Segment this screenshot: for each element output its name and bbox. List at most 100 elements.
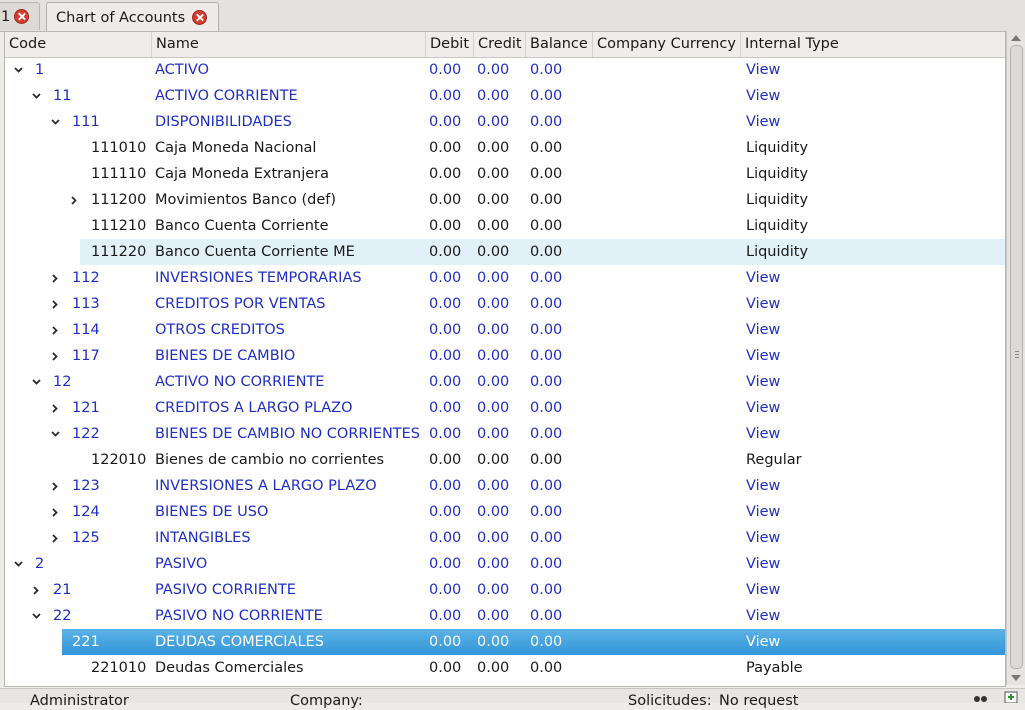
- cell-code: 121: [72, 400, 100, 416]
- chevron-down-icon[interactable]: [51, 118, 60, 126]
- table-row[interactable]: 221 DEUDAS COMERCIALES 0.00 0.00 0.00 View: [5, 629, 1005, 655]
- column-header-debit[interactable]: Debit: [425, 32, 473, 57]
- table-row[interactable]: 1 ACTIVO 0.00 0.00 0.00 View: [5, 57, 1005, 83]
- tab-chart-of-accounts-label: Chart of Accounts: [56, 9, 186, 26]
- table-row[interactable]: 122010 Bienes de cambio no corrientes 0.00…: [5, 447, 1005, 473]
- cell-balance: 0.00: [530, 452, 563, 468]
- cell-name: Caja Moneda Nacional: [155, 140, 317, 156]
- cell-name: Banco Cuenta Corriente: [155, 218, 329, 234]
- users-icon[interactable]: [972, 693, 990, 709]
- table-row[interactable]: 123 INVERSIONES A LARGO PLAZO 0.00 0.00 0.00…: [5, 473, 1005, 499]
- scroll-down-arrow-icon[interactable]: [1011, 675, 1021, 681]
- table-row[interactable]: 111 DISPONIBILIDADES 0.00 0.00 0.00 View: [5, 109, 1005, 135]
- table-row[interactable]: 111200 Movimientos Banco (def) 0.00 0.00 0.0…: [5, 187, 1005, 213]
- cell-debit: 0.00: [429, 140, 462, 156]
- cell-debit: 0.00: [429, 400, 462, 416]
- chevron-down-icon[interactable]: [14, 66, 23, 74]
- column-header-company-currency[interactable]: Company Currency: [592, 32, 740, 57]
- table-row[interactable]: 2 PASIVO 0.00 0.00 0.00 View: [5, 551, 1005, 577]
- scroll-up-arrow-icon[interactable]: [1011, 35, 1021, 41]
- cell-code: 111200: [91, 192, 147, 208]
- scrollbar-thumb[interactable]: [1010, 45, 1023, 669]
- cell-balance: 0.00: [530, 140, 563, 156]
- table-row[interactable]: 111010 Caja Moneda Nacional 0.00 0.00 0.00 Li…: [5, 135, 1005, 161]
- cell-credit: 0.00: [477, 426, 510, 442]
- chevron-right-icon[interactable]: [51, 404, 59, 413]
- tab-chart-of-accounts[interactable]: Chart of Accounts: [46, 2, 219, 32]
- cell-code: 111: [72, 114, 100, 130]
- table-row[interactable]: 11 ACTIVO CORRIENTE 0.00 0.00 0.00 View: [5, 83, 1005, 109]
- cell-credit: 0.00: [477, 348, 510, 364]
- new-request-icon[interactable]: [1004, 691, 1018, 707]
- chevron-right-icon[interactable]: [70, 196, 78, 205]
- cell-code: 112: [72, 270, 100, 286]
- chevron-down-icon[interactable]: [32, 378, 41, 386]
- cell-debit: 0.00: [429, 348, 462, 364]
- cell-name: CREDITOS POR VENTAS: [155, 296, 326, 312]
- table-row[interactable]: 12 ACTIVO NO CORRIENTE 0.00 0.00 0.00 View: [5, 369, 1005, 395]
- table-row[interactable]: 111220 Banco Cuenta Corriente ME 0.00 0.00 0…: [5, 239, 1005, 265]
- column-header-code[interactable]: Code: [5, 32, 151, 57]
- chevron-down-icon[interactable]: [51, 638, 60, 646]
- tab-previous[interactable]: 1: [0, 2, 40, 30]
- cell-balance: 0.00: [530, 374, 563, 390]
- cell-balance: 0.00: [530, 504, 563, 520]
- chevron-right-icon[interactable]: [51, 300, 59, 309]
- chevron-down-icon[interactable]: [32, 92, 41, 100]
- cell-balance: 0.00: [530, 88, 563, 104]
- cell-code: 111220: [91, 244, 147, 260]
- cell-internal-type: Regular: [746, 452, 802, 468]
- cell-name: CREDITOS A LARGO PLAZO: [155, 400, 353, 416]
- cell-debit: 0.00: [429, 114, 462, 130]
- chevron-right-icon[interactable]: [51, 508, 59, 517]
- chevron-right-icon[interactable]: [51, 326, 59, 335]
- cell-code: 21: [53, 582, 72, 598]
- cell-balance: 0.00: [530, 400, 563, 416]
- cell-debit: 0.00: [429, 530, 462, 546]
- column-header-internal-type[interactable]: Internal Type: [740, 32, 1005, 57]
- table-row[interactable]: 111110 Caja Moneda Extranjera 0.00 0.00 0.00…: [5, 161, 1005, 187]
- table-row[interactable]: 125 INTANGIBLES 0.00 0.00 0.00 View: [5, 525, 1005, 551]
- cell-name: PASIVO CORRIENTE: [155, 582, 296, 598]
- table-row[interactable]: 114 OTROS CREDITOS 0.00 0.00 0.00 View: [5, 317, 1005, 343]
- cell-balance: 0.00: [530, 270, 563, 286]
- cell-name: BIENES DE CAMBIO NO CORRIENTES: [155, 426, 421, 442]
- cell-balance: 0.00: [530, 166, 563, 182]
- table-row[interactable]: 112 INVERSIONES TEMPORARIAS 0.00 0.00 0.00 Vi…: [5, 265, 1005, 291]
- cell-internal-type: Liquidity: [746, 166, 809, 182]
- cell-code: 113: [72, 296, 100, 312]
- cell-balance: 0.00: [530, 582, 563, 598]
- cell-code: 1: [35, 62, 45, 78]
- table-row[interactable]: 121 CREDITOS A LARGO PLAZO 0.00 0.00 0.00 Vie…: [5, 395, 1005, 421]
- thumb-grip-line: [1015, 351, 1019, 352]
- chevron-right-icon[interactable]: [51, 274, 59, 283]
- chevron-down-icon[interactable]: [51, 430, 60, 438]
- vertical-scrollbar[interactable]: [1006, 31, 1025, 685]
- table-row[interactable]: 221010 Deudas Comerciales 0.00 0.00 0.00 Paya…: [5, 655, 1005, 681]
- cell-internal-type: View: [746, 582, 781, 598]
- table-row[interactable]: 124 BIENES DE USO 0.00 0.00 0.00 View: [5, 499, 1005, 525]
- close-tab-icon[interactable]: [192, 10, 208, 25]
- cell-internal-type: Liquidity: [746, 218, 809, 234]
- cell-debit: 0.00: [429, 270, 462, 286]
- chevron-right-icon[interactable]: [32, 586, 40, 595]
- table-row[interactable]: 111210 Banco Cuenta Corriente 0.00 0.00 0.00…: [5, 213, 1005, 239]
- chevron-down-icon[interactable]: [32, 612, 41, 620]
- chevron-right-icon[interactable]: [51, 482, 59, 491]
- cell-internal-type: Liquidity: [746, 192, 809, 208]
- column-header-balance[interactable]: Balance: [525, 32, 592, 57]
- table-row[interactable]: 117 BIENES DE CAMBIO 0.00 0.00 0.00 View: [5, 343, 1005, 369]
- table-row[interactable]: 22 PASIVO NO CORRIENTE 0.00 0.00 0.00 View: [5, 603, 1005, 629]
- table-row[interactable]: 21 PASIVO CORRIENTE 0.00 0.00 0.00 View: [5, 577, 1005, 603]
- cell-credit: 0.00: [477, 504, 510, 520]
- chevron-right-icon[interactable]: [51, 352, 59, 361]
- close-tab-icon[interactable]: [14, 9, 30, 24]
- cell-credit: 0.00: [477, 88, 510, 104]
- cell-name: DISPONIBILIDADES: [155, 114, 292, 130]
- chevron-down-icon[interactable]: [14, 560, 23, 568]
- column-header-credit[interactable]: Credit: [473, 32, 525, 57]
- table-row[interactable]: 113 CREDITOS POR VENTAS 0.00 0.00 0.00 View: [5, 291, 1005, 317]
- chevron-right-icon[interactable]: [51, 534, 59, 543]
- table-row[interactable]: 122 BIENES DE CAMBIO NO CORRIENTES 0.00 0.0…: [5, 421, 1005, 447]
- column-header-name[interactable]: Name: [151, 32, 425, 57]
